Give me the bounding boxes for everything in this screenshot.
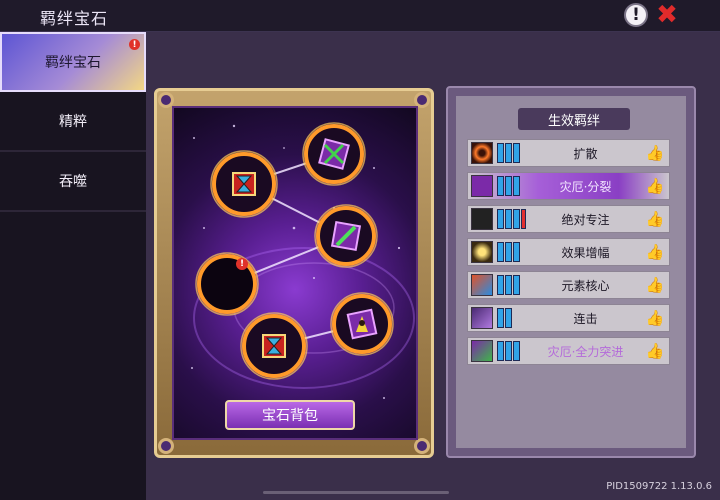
bond-level-pips	[497, 209, 526, 229]
bond-row[interactable]: 绝对专注 👍	[467, 205, 670, 233]
hourglass-icon	[471, 208, 493, 230]
gem-bag-button[interactable]: 宝石背包	[225, 400, 355, 430]
green-sword-gem-slot[interactable]	[314, 204, 378, 268]
thumbs-up-icon[interactable]: 👍	[644, 208, 666, 230]
bond-row[interactable]: 扩散 👍	[467, 139, 670, 167]
tab-devour[interactable]: 吞噬	[0, 152, 146, 212]
bond-name: 连击	[573, 312, 598, 326]
page-title: 羁绊宝石	[40, 9, 109, 28]
hourglass-gem-slot[interactable]	[210, 150, 278, 218]
bond-row[interactable]: 效果增幅 👍	[467, 238, 670, 266]
thumbs-up-icon[interactable]: 👍	[644, 274, 666, 296]
bond-row[interactable]: 连击 👍	[467, 304, 670, 332]
top-bar: 羁绊宝石 ! ✖	[0, 0, 720, 32]
element-orb-icon	[471, 274, 493, 296]
bond-name: 扩散	[573, 147, 598, 161]
bond-name: 效果增幅	[561, 246, 610, 260]
bond-level-pips	[497, 143, 520, 163]
bond-level-pips	[497, 176, 520, 196]
bond-row[interactable]: 灾厄·分裂 👍	[467, 172, 670, 200]
bond-name: 灾厄·分裂	[559, 180, 612, 194]
hourglass-gem-slot-bottom[interactable]	[240, 312, 308, 380]
thumbs-up-icon[interactable]: 👍	[644, 307, 666, 329]
sparkle-burst-icon	[471, 241, 493, 263]
tab-label: 精粹	[59, 114, 87, 130]
crossed-arrows-gem-slot[interactable]	[302, 122, 366, 186]
flower-aura-gem-slot[interactable]	[330, 292, 394, 356]
tab-bond-gems[interactable]: 羁绊宝石 !	[0, 32, 146, 92]
bond-level-pips	[497, 242, 520, 262]
bottom-handle-bar[interactable]	[263, 491, 449, 494]
thumbs-up-icon[interactable]: 👍	[644, 241, 666, 263]
purple-blade-icon	[471, 307, 493, 329]
bond-level-pips	[497, 275, 520, 295]
gem-constellation: !	[172, 106, 418, 440]
bond-row[interactable]: 灾厄·全力突进 👍	[467, 337, 670, 365]
frame-corner-ornament	[414, 438, 430, 454]
info-exclamation-icon[interactable]: !	[624, 3, 648, 27]
green-claw-icon	[471, 340, 493, 362]
thumbs-up-icon[interactable]: 👍	[644, 175, 666, 197]
green-sword-icon	[471, 175, 493, 197]
constellation-canvas	[191, 122, 415, 410]
bond-level-pips	[497, 308, 512, 328]
bond-name: 元素核心	[561, 279, 610, 293]
thumbs-up-icon[interactable]: 👍	[644, 142, 666, 164]
bond-name: 灾厄·全力突进	[547, 345, 624, 359]
empty-gem-slot[interactable]	[195, 252, 259, 316]
empty-slot-alert-badge: !	[236, 258, 248, 270]
tab-label: 吞噬	[59, 174, 87, 190]
version-label: PID1509722 1.13.0.6	[606, 481, 712, 492]
tab-essence[interactable]: 精粹	[0, 92, 146, 152]
sidebar: 羁绊宝石 ! 精粹 吞噬	[0, 32, 146, 500]
thumbs-up-icon[interactable]: 👍	[644, 340, 666, 362]
bond-name: 绝对专注	[561, 213, 610, 227]
bond-level-pips	[497, 341, 520, 361]
close-icon[interactable]: ✖	[655, 2, 679, 28]
tab-label: 羁绊宝石	[45, 55, 101, 71]
bond-row[interactable]: 元素核心 👍	[467, 271, 670, 299]
bonds-title: 生效羁绊	[518, 108, 630, 130]
orange-ring-icon	[471, 142, 493, 164]
alert-badge: !	[129, 39, 140, 50]
frame-corner-ornament	[158, 438, 174, 454]
